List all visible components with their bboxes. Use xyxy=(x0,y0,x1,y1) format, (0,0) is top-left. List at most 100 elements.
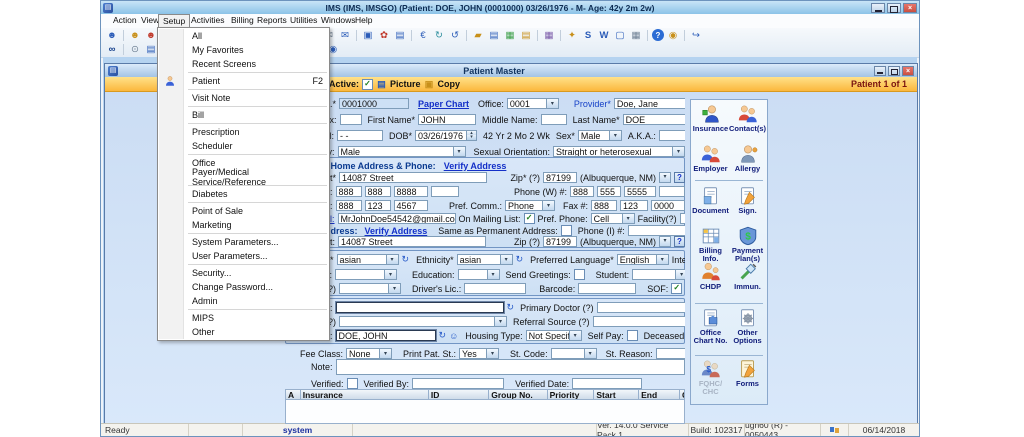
barcode-field[interactable] xyxy=(578,283,637,294)
phone-work-line-field[interactable]: 5555 xyxy=(624,186,656,197)
gender-identity-select[interactable]: Male xyxy=(337,146,466,157)
logout-icon[interactable]: ↪ xyxy=(689,29,703,42)
cell-area-field[interactable]: 888 xyxy=(335,200,362,211)
zip-field[interactable]: 87199 xyxy=(542,172,577,183)
verify-address2-link[interactable]: Verify Address xyxy=(365,226,428,236)
col-id[interactable]: ID xyxy=(428,389,490,400)
menu-item-prescription[interactable]: Prescription xyxy=(158,125,329,139)
sidebar-item-employer[interactable]: Employer xyxy=(692,143,729,173)
help-icon[interactable]: ? xyxy=(652,29,664,41)
menu-item-bill[interactable]: Bill xyxy=(158,108,329,122)
q1-select[interactable] xyxy=(339,283,401,294)
race-select[interactable]: asian xyxy=(336,254,399,265)
sof-checkbox[interactable]: ✓ xyxy=(671,283,683,294)
lock-icon[interactable]: ◉ xyxy=(666,29,680,42)
col-group[interactable]: Group No. xyxy=(489,389,548,400)
menu-item-visit-note[interactable]: Visit Note xyxy=(158,91,329,105)
clipboard-icon[interactable]: ▤ xyxy=(519,29,533,42)
form-icon[interactable]: ▤ xyxy=(144,43,158,56)
menu-item-admin[interactable]: Admin xyxy=(158,294,329,308)
page-icon[interactable]: ▤ xyxy=(487,29,501,42)
dob-field[interactable]: 03/26/1976 xyxy=(415,130,478,141)
verified-checkbox[interactable] xyxy=(346,378,358,389)
verify-address-link[interactable]: Verify Address xyxy=(444,161,507,171)
fax-area-field[interactable]: 888 xyxy=(591,200,617,211)
col-end[interactable]: End Date xyxy=(639,389,680,400)
mail-open-icon[interactable]: ✉ xyxy=(338,29,352,42)
window-icon[interactable]: ▣ xyxy=(361,29,375,42)
copy-button[interactable]: Copy xyxy=(438,79,461,89)
patient-name-refresh-icon[interactable]: ↻ xyxy=(439,330,447,341)
child-minimize-icon[interactable] xyxy=(874,65,886,76)
insurance-table-body[interactable] xyxy=(285,400,685,424)
euro-icon[interactable]: € xyxy=(416,29,430,42)
patient-edit-icon[interactable]: ☻ xyxy=(144,29,158,42)
street-field[interactable]: 14087 Street xyxy=(339,172,488,183)
sidebar-item-billing-info[interactable]: Billing Info. xyxy=(692,225,729,263)
sidebar-item-insurance[interactable]: Insurance xyxy=(692,103,729,133)
greetings-checkbox[interactable] xyxy=(573,269,585,280)
street2-field[interactable]: 14087 Street xyxy=(338,236,487,247)
cell-prefix-field[interactable]: 123 xyxy=(364,200,391,211)
menu-item-other[interactable]: Other xyxy=(158,325,329,339)
self-pay-checkbox[interactable] xyxy=(626,330,638,341)
sidebar-item-chdp[interactable]: CHDP xyxy=(692,261,729,291)
first-name-field[interactable]: JOHN xyxy=(418,114,477,125)
phone-work-prefix-field[interactable]: 555 xyxy=(597,186,621,197)
email-field[interactable]: MrJohnDoe54542@gmail.cor xyxy=(337,213,456,224)
stamp-icon[interactable]: ▦ xyxy=(542,29,556,42)
menu-item-change-password[interactable]: Change Password... xyxy=(158,280,329,294)
active-checkbox[interactable]: ✓ xyxy=(362,78,374,90)
favorites-icon[interactable]: ✿ xyxy=(377,29,391,42)
fax-line-field[interactable]: 0000 xyxy=(651,200,685,211)
menu-item-point-of-sale[interactable]: Point of Sale xyxy=(158,204,329,218)
zip-dropdown-icon[interactable]: ▾ xyxy=(659,172,671,183)
minimize-icon[interactable] xyxy=(871,2,885,13)
phone-home-area-field[interactable]: 888 xyxy=(335,186,362,197)
child-close-icon[interactable]: × xyxy=(902,65,914,76)
note-icon[interactable]: ▤ xyxy=(393,29,407,42)
menu-item-user-parameters[interactable]: User Parameters... xyxy=(158,249,329,263)
facility-select[interactable] xyxy=(679,213,685,224)
sync-icon[interactable]: ↻ xyxy=(432,29,446,42)
patient-contacts-icon[interactable]: ☺ xyxy=(449,331,458,341)
paper-chart-link[interactable]: Paper Chart xyxy=(418,99,469,109)
race-refresh-icon[interactable]: ↻ xyxy=(402,254,410,265)
restore-icon[interactable] xyxy=(887,2,901,13)
orientation-select[interactable]: Straight or heterosexual xyxy=(553,146,685,157)
menu-item-patient[interactable]: Patient F2 xyxy=(158,74,329,88)
folder-icon[interactable]: ▰ xyxy=(471,29,485,42)
sidebar-item-payment-plans[interactable]: $ Payment Plan(s) xyxy=(729,225,766,263)
col-priority[interactable]: Priority xyxy=(547,389,595,400)
q2-select[interactable] xyxy=(339,316,507,327)
prefix-field[interactable] xyxy=(339,114,362,125)
zip2-dropdown-icon[interactable]: ▾ xyxy=(659,236,671,247)
child-restore-icon[interactable] xyxy=(888,65,900,76)
fax-prefix-field[interactable]: 123 xyxy=(620,200,648,211)
menu-activities[interactable]: Activities xyxy=(187,14,229,27)
middle-name-field[interactable] xyxy=(540,114,567,125)
menu-item-mips[interactable]: MIPS xyxy=(158,311,329,325)
phone-home-ext-field[interactable] xyxy=(430,186,459,197)
primary-doctor-field[interactable] xyxy=(596,302,685,313)
chart-no-field[interactable]: 0001000 xyxy=(339,98,410,109)
word-icon[interactable]: W xyxy=(597,29,611,42)
ssn-field[interactable]: - - xyxy=(337,130,383,141)
aka-field[interactable] xyxy=(658,130,685,141)
menu-item-recent-screens[interactable]: Recent Screens xyxy=(158,57,329,71)
phone-home-line-field[interactable]: 8888 xyxy=(393,186,428,197)
ethnicity-select[interactable]: asian xyxy=(456,254,513,265)
picture-button[interactable]: Picture xyxy=(390,79,421,89)
verified-date-field[interactable] xyxy=(572,378,643,389)
pref-provider-refresh-icon[interactable]: ↻ xyxy=(507,302,515,313)
student-select[interactable] xyxy=(632,269,685,280)
key-icon[interactable]: ✦ xyxy=(565,29,579,42)
pref-phone-select[interactable]: Cell xyxy=(590,213,635,224)
col-a[interactable]: A xyxy=(285,389,301,400)
menu-setup[interactable]: Setup xyxy=(158,14,191,28)
note-field[interactable] xyxy=(335,359,685,375)
menu-item-payer-medical-service-reference[interactable]: Payer/Medical Service/Reference xyxy=(158,167,329,187)
education-select[interactable] xyxy=(457,269,500,280)
photo-icon[interactable]: ▦ xyxy=(503,29,517,42)
patient-add-icon[interactable]: ☻ xyxy=(128,29,142,42)
